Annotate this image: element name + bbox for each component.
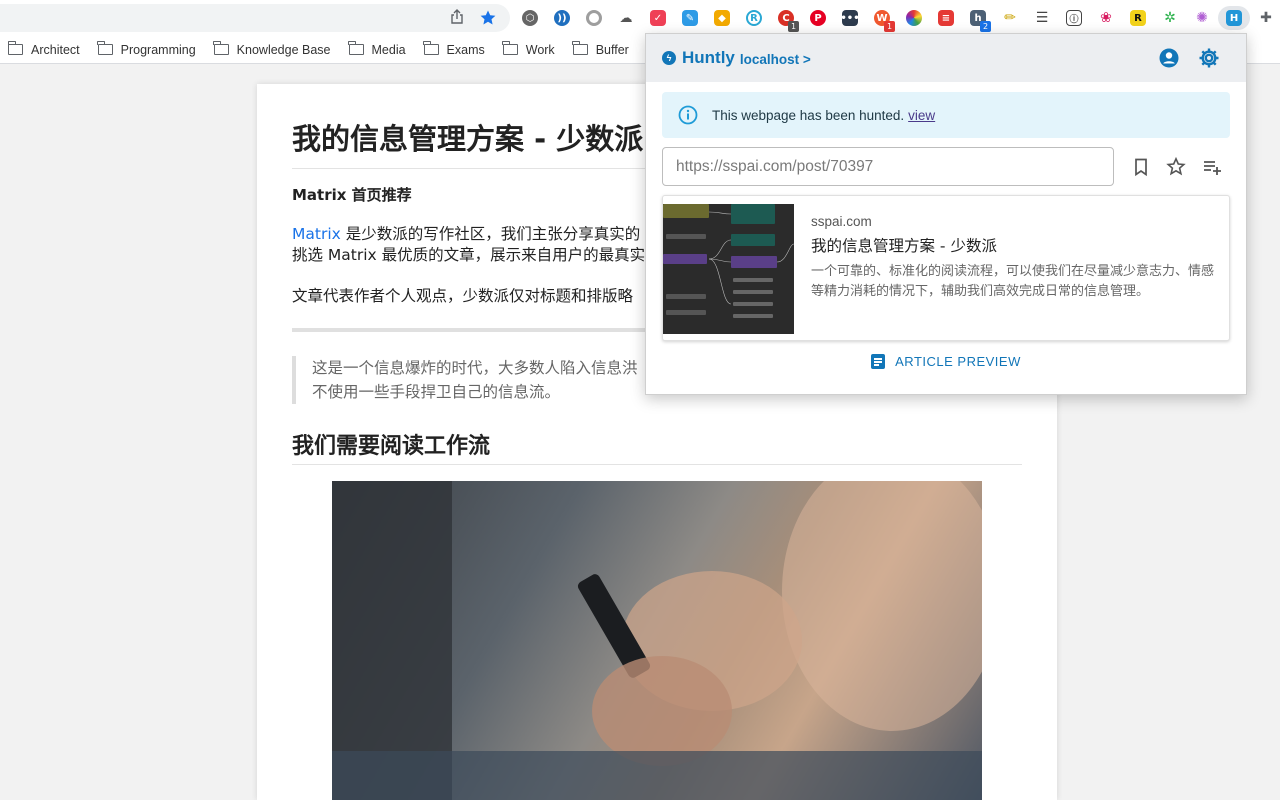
bookmark-label: Work — [525, 42, 555, 57]
intro-paragraph: Matrix 是少数派的写作社区，我们主张分享真实的 挑选 Matrix 最优质… — [292, 224, 645, 266]
extension-badge: 2 — [980, 21, 991, 32]
folder-icon — [502, 41, 518, 55]
bookmark-folder-programming[interactable]: Programming — [97, 41, 196, 57]
extension-r-square-icon[interactable]: R — [1122, 6, 1154, 30]
disclaimer-paragraph: 文章代表作者个人观点，少数派仅对标题和排版略 — [292, 287, 634, 305]
blockquote: 这是一个信息爆炸的时代，大多数人陷入信息洪 不使用一些手段捍卫自己的信息流。 — [292, 356, 638, 404]
browser-toolbar: ⬡ )) ☁ ✓ ✎ ◆ R C1 P ••• W1 ≡ h2 ✏ ☰ ⓘ ❀ … — [0, 0, 1280, 36]
url-input[interactable]: https://sspai.com/post/70397 — [662, 147, 1114, 186]
heading-divider — [292, 464, 1022, 465]
bookmark-folder-knowledge-base[interactable]: Knowledge Base — [213, 41, 331, 57]
bookmark-label: Buffer — [595, 42, 629, 57]
card-text: sspai.com 我的信息管理方案 - 少数派 一个可靠的、标准化的阅读流程，… — [811, 214, 1215, 302]
extension-spiral-icon[interactable]: ✺ — [1186, 6, 1218, 30]
extension-huntly-icon[interactable]: H — [1218, 6, 1250, 30]
intro-line-2: 挑选 Matrix 最优质的文章，展示来自用户的最真实 — [292, 246, 646, 264]
bookmark-folder-media[interactable]: Media — [348, 41, 406, 57]
bookmark-folder-buffer[interactable]: Buffer — [572, 41, 629, 57]
extension-pencil-icon[interactable]: ✏ — [994, 6, 1026, 30]
bookmark-label: Exams — [446, 42, 485, 57]
extension-star-green-icon[interactable]: ✲ — [1154, 6, 1186, 30]
huntly-popup: ϟ Huntly localhost > This webpage has be… — [645, 33, 1247, 395]
share-icon[interactable] — [448, 9, 466, 27]
account-icon[interactable] — [1158, 47, 1180, 69]
extensions-puzzle-icon[interactable]: ✚ — [1250, 6, 1280, 30]
extension-cloud-icon[interactable]: ☁ — [610, 6, 642, 30]
host-link[interactable]: localhost > — [740, 52, 811, 67]
extension-feed-icon[interactable]: )) — [546, 6, 578, 30]
folder-icon — [213, 41, 229, 55]
folder-icon — [7, 41, 23, 55]
extension-list-icon[interactable]: ☰ — [1026, 6, 1058, 30]
extension-dots-icon[interactable]: ••• — [834, 6, 866, 30]
article-preview-button[interactable]: ARTICLE PREVIEW — [646, 354, 1246, 369]
extension-weibo-icon[interactable]: W1 — [866, 6, 898, 32]
extension-shield-icon[interactable]: ◆ — [706, 6, 738, 30]
intro-line-1: 是少数派的写作社区，我们主张分享真实的 — [340, 225, 641, 243]
article-thumbnail — [663, 204, 794, 334]
bookmark-label: Programming — [120, 42, 196, 57]
folder-icon — [572, 41, 588, 55]
extension-badge: 1 — [788, 21, 799, 32]
folder-icon — [97, 41, 113, 55]
extension-box-icon[interactable]: ⓘ — [1058, 6, 1090, 30]
bookmark-folder-exams[interactable]: Exams — [423, 41, 485, 57]
preview-label: ARTICLE PREVIEW — [895, 354, 1021, 369]
bookmark-icon[interactable] — [1130, 156, 1152, 178]
info-text: This webpage has been hunted. — [712, 107, 905, 123]
extension-red-circle-icon[interactable]: C1 — [770, 6, 802, 32]
address-bar[interactable] — [0, 4, 510, 32]
bookmark-folder-architect[interactable]: Architect — [7, 41, 80, 57]
extension-pocket-icon[interactable]: ✓ — [642, 6, 674, 30]
extension-r-icon[interactable]: R — [738, 6, 770, 30]
matrix-link[interactable]: Matrix — [292, 225, 341, 243]
star-icon[interactable] — [1165, 156, 1187, 178]
settings-gear-icon[interactable] — [1198, 47, 1220, 69]
hunted-info-alert: This webpage has been hunted. view — [662, 92, 1230, 138]
extension-tulip-icon[interactable]: ❀ — [1090, 6, 1122, 30]
quote-line-1: 这是一个信息爆炸的时代，大多数人陷入信息洪 — [312, 359, 638, 377]
extension-ring-icon[interactable] — [578, 6, 610, 30]
quote-line-2: 不使用一些手段捍卫自己的信息流。 — [312, 383, 561, 401]
bookmark-folder-work[interactable]: Work — [502, 41, 555, 57]
bookmark-label: Media — [371, 42, 406, 57]
extension-feather-icon[interactable]: ✎ — [674, 6, 706, 30]
article-photo — [332, 481, 982, 800]
bookmark-label: Knowledge Base — [236, 42, 331, 57]
playlist-add-icon[interactable] — [1201, 156, 1223, 178]
section-label: Matrix 首页推荐 — [292, 186, 412, 204]
extension-h-icon[interactable]: h2 — [962, 6, 994, 32]
article-title: 我的信息管理方案 - 少数派 — [292, 122, 644, 156]
folder-icon — [423, 41, 439, 55]
view-link[interactable]: view — [908, 108, 935, 123]
extension-notes-icon[interactable]: ≡ — [930, 6, 962, 30]
extension-color-wheel-icon[interactable] — [898, 6, 930, 30]
article-icon — [871, 354, 886, 369]
extension-pinterest-icon[interactable]: P — [802, 6, 834, 30]
card-site: sspai.com — [811, 214, 872, 229]
bookmark-label: Architect — [31, 42, 80, 57]
brand: ϟ Huntly localhost > — [662, 48, 811, 68]
section-heading: 我们需要阅读工作流 — [292, 434, 491, 459]
card-description: 一个可靠的、标准化的阅读流程，可以使我们在尽量减少意志力、情感等精力消耗的情况下… — [811, 264, 1215, 299]
extension-hexagon-icon[interactable]: ⬡ — [514, 6, 546, 30]
extension-badge: 1 — [884, 21, 895, 32]
article-card[interactable]: sspai.com 我的信息管理方案 - 少数派 一个可靠的、标准化的阅读流程，… — [662, 195, 1230, 341]
popup-header: ϟ Huntly localhost > — [646, 34, 1246, 82]
bookmark-star-icon[interactable] — [479, 9, 497, 27]
folder-icon — [348, 41, 364, 55]
card-title: 我的信息管理方案 - 少数派 — [811, 237, 997, 255]
brand-name: Huntly — [682, 48, 735, 67]
info-icon — [678, 105, 698, 125]
huntly-logo-icon: ϟ — [662, 51, 676, 65]
extensions-bar: ⬡ )) ☁ ✓ ✎ ◆ R C1 P ••• W1 ≡ h2 ✏ ☰ ⓘ ❀ … — [514, 6, 1280, 32]
